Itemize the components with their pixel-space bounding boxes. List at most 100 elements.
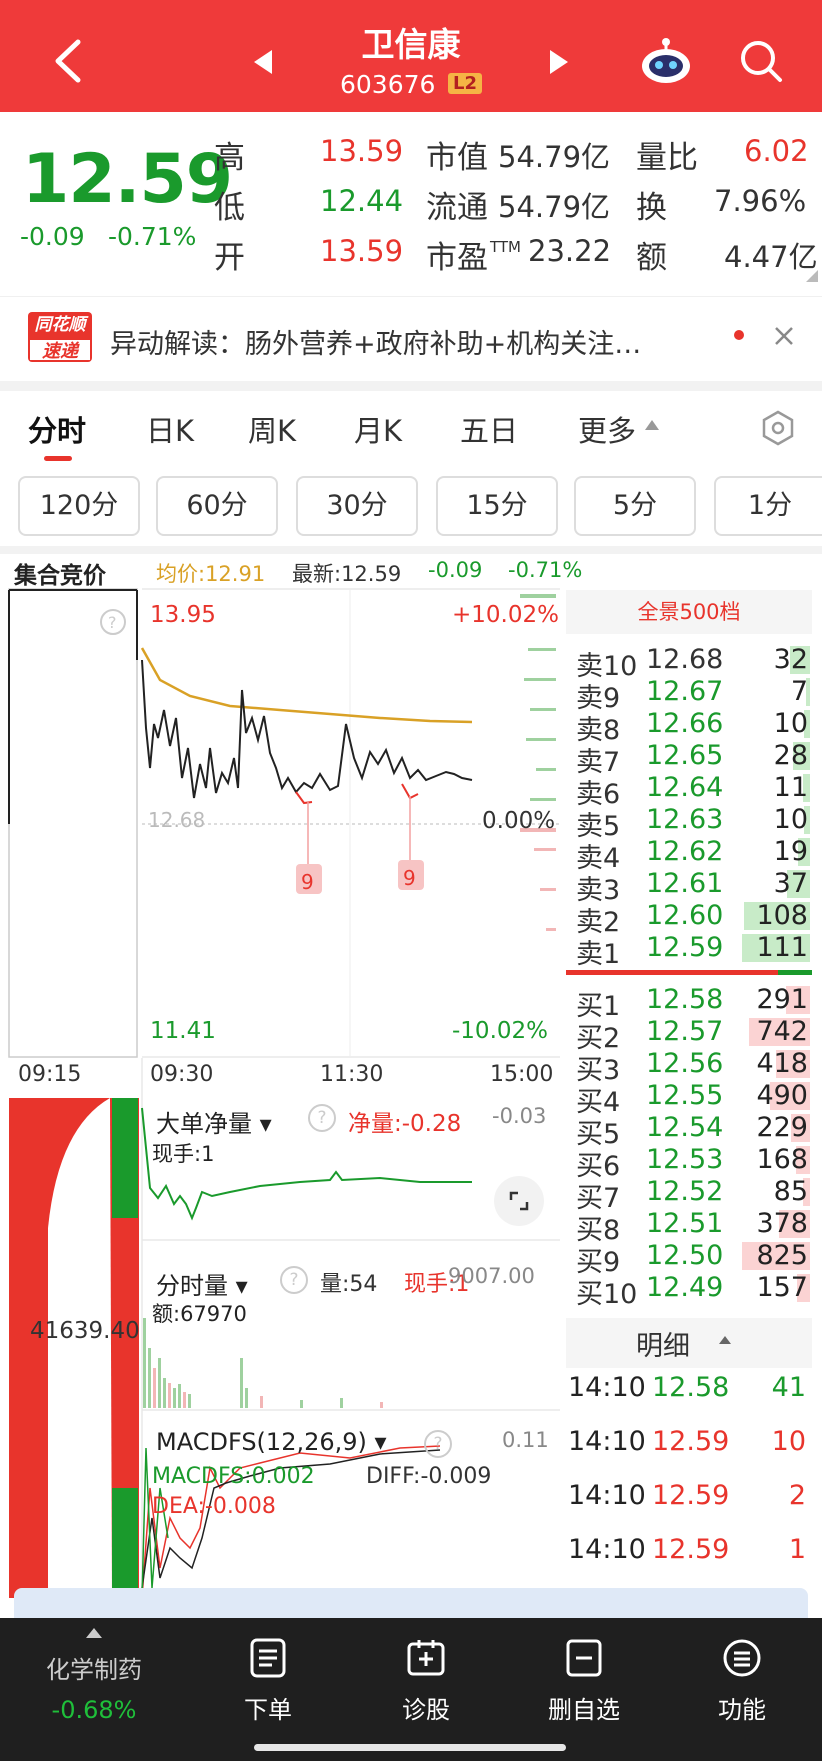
open-label: 开 <box>214 240 245 276</box>
time-volume-vol: 量:54 <box>320 1272 378 1297</box>
ask-level[interactable]: 卖7 12.65 28 <box>576 740 810 778</box>
big-order-title[interactable]: 大单净量 ▾ <box>156 1104 272 1139</box>
ask-level[interactable]: 卖6 12.64 11 <box>576 772 810 810</box>
orderbook-title[interactable]: 全景500档 <box>566 590 812 634</box>
chart-top-price: 13.95 <box>150 602 216 628</box>
pe-value: 23.22 <box>528 234 612 268</box>
tab-more[interactable]: 更多 <box>578 408 636 450</box>
level-price: 12.53 <box>646 1144 724 1175</box>
fullscreen-button[interactable] <box>494 1176 544 1226</box>
event-marker-label: 9 <box>301 870 314 894</box>
ask-level[interactable]: 卖4 12.62 19 <box>576 836 810 874</box>
period-120min[interactable]: 120分 <box>18 476 140 536</box>
mcap-value: 54.79亿 <box>498 140 611 174</box>
period-5min[interactable]: 5分 <box>574 476 696 536</box>
level-volume: 157 <box>756 1272 808 1303</box>
bid-level[interactable]: 买10 12.49 157 <box>576 1272 810 1310</box>
level-price: 12.51 <box>646 1208 724 1239</box>
big-order-right-value: -0.03 <box>492 1104 547 1128</box>
expand-icon <box>509 1191 529 1211</box>
trade-time: 14:10 <box>568 1534 646 1565</box>
next-stock-icon[interactable] <box>548 50 568 74</box>
bid-level[interactable]: 买8 12.51 378 <box>576 1208 810 1246</box>
expand-corner-icon[interactable] <box>806 270 818 282</box>
ask-level[interactable]: 卖2 12.60 108 <box>576 900 810 938</box>
details-title[interactable]: 明细 <box>636 1324 690 1363</box>
level-volume: 490 <box>756 1080 808 1111</box>
header-bar: 卫信康 603676 L2 <box>0 0 822 112</box>
macd-title[interactable]: MACDFS(12,26,9) ▾ <box>156 1428 387 1456</box>
bid-level[interactable]: 买3 12.56 418 <box>576 1048 810 1086</box>
help-icon[interactable]: ? <box>280 1266 308 1294</box>
volume-profile-bars <box>520 594 556 931</box>
search-icon[interactable] <box>738 38 784 84</box>
level-price: 12.57 <box>646 1016 724 1047</box>
tab-weekly-k[interactable]: 周K <box>248 408 296 450</box>
trade-volume: 10 <box>771 1426 806 1457</box>
bid-level[interactable]: 买6 12.53 168 <box>576 1144 810 1182</box>
macd-right-value: 0.11 <box>502 1428 549 1452</box>
help-icon[interactable]: ? <box>424 1430 452 1458</box>
period-1min[interactable]: 1分 <box>714 476 822 536</box>
level-price: 12.63 <box>646 804 724 835</box>
level-price: 12.52 <box>646 1176 724 1207</box>
ask-level[interactable]: 卖3 12.61 37 <box>576 868 810 906</box>
stock-name: 卫信康 <box>361 25 461 64</box>
high-value: 13.59 <box>320 134 404 168</box>
macd-dif: DIFF:-0.009 <box>366 1464 492 1489</box>
level-volume: 825 <box>756 1240 808 1271</box>
settings-icon[interactable] <box>760 410 796 446</box>
svg-text:?: ? <box>108 613 117 632</box>
tab-daily-k[interactable]: 日K <box>146 408 194 450</box>
help-icon[interactable]: ? <box>308 1104 336 1132</box>
news-text[interactable]: 异动解读：肠外营养+政府补助+机构关注… <box>110 322 641 361</box>
time-label-1130: 11:30 <box>320 1062 384 1087</box>
period-30min[interactable]: 30分 <box>296 476 418 536</box>
level-volume: 111 <box>756 932 808 963</box>
period-60min[interactable]: 60分 <box>156 476 278 536</box>
bottom-toolbar: 化学制药 -0.68% 下单 诊股 删自选 功能 <box>0 1618 822 1761</box>
trade-time: 14:10 <box>568 1480 646 1511</box>
macd-dea: DEA:-0.008 <box>152 1494 276 1519</box>
ask-level[interactable]: 卖8 12.66 10 <box>576 708 810 746</box>
level-volume: 19 <box>773 836 808 867</box>
chart-bottom-pct: -10.02% <box>452 1018 548 1044</box>
time-volume-title[interactable]: 分时量 ▾ <box>156 1266 248 1301</box>
bid-level[interactable]: 买7 12.52 85 <box>576 1176 810 1214</box>
event-marker-label: 9 <box>403 866 416 890</box>
ask-level[interactable]: 卖1 12.59 111 <box>576 932 810 970</box>
ask-level[interactable]: 卖9 12.67 7 <box>576 676 810 714</box>
tab-monthly-k[interactable]: 月K <box>354 408 402 450</box>
news-unread-dot <box>734 330 744 340</box>
time-volume-right-value: 9007.00 <box>448 1264 535 1288</box>
intraday-chart[interactable]: ? <box>0 588 560 1612</box>
level-volume: 168 <box>756 1144 808 1175</box>
robot-assistant-icon[interactable] <box>640 34 692 86</box>
level-label: 买10 <box>576 1279 638 1310</box>
chart-top-pct: +10.02% <box>452 602 559 628</box>
level-price: 12.58 <box>646 984 724 1015</box>
bid-level[interactable]: 买9 12.50 825 <box>576 1240 810 1278</box>
level-price: 12.64 <box>646 772 724 803</box>
bid-level[interactable]: 买2 12.57 742 <box>576 1016 810 1054</box>
amount-value: 4.47亿 <box>724 240 818 274</box>
time-volume-amount: 额:67970 <box>152 1302 247 1326</box>
ask-level[interactable]: 卖10 12.68 32 <box>576 644 810 682</box>
period-15min[interactable]: 15分 <box>436 476 558 536</box>
bid-level[interactable]: 买1 12.58 291 <box>576 984 810 1022</box>
volume-ratio-label: 量比 <box>636 140 698 176</box>
remove-watchlist-label: 删自选 <box>548 1696 620 1724</box>
close-icon[interactable] <box>774 326 794 346</box>
chart-ref-price: 12.68 <box>148 808 206 832</box>
bid-level[interactable]: 买5 12.54 229 <box>576 1112 810 1150</box>
menu-icon <box>723 1639 761 1677</box>
tab-five-day[interactable]: 五日 <box>460 408 518 450</box>
ask-level[interactable]: 卖5 12.63 10 <box>576 804 810 842</box>
caret-up-icon <box>719 1336 731 1344</box>
sector-pct: -0.68% <box>51 1696 137 1724</box>
time-label-1500: 15:00 <box>490 1062 554 1087</box>
tab-intraday[interactable]: 分时 <box>28 408 86 450</box>
bid-level[interactable]: 买4 12.55 490 <box>576 1080 810 1118</box>
level-volume: 742 <box>756 1016 808 1047</box>
turnover-value: 7.96% <box>714 184 807 218</box>
